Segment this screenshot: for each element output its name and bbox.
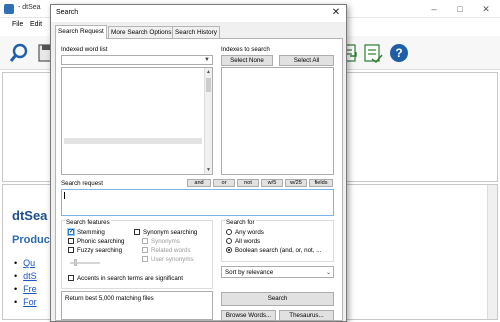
viewer-scrollbar[interactable] [487,185,497,319]
menu-edit[interactable]: Edit [30,21,42,28]
accents-checkbox[interactable] [68,275,74,281]
link-item[interactable]: dtS [14,271,37,281]
synonym-label: Synonym searching [143,229,198,236]
phonic-checkbox[interactable] [68,238,74,244]
app-title: - dtSea [18,4,41,11]
user-synonyms-checkbox[interactable] [142,256,148,262]
help-icon[interactable]: ? [388,42,410,64]
word-list-input[interactable]: ▼ [61,55,213,65]
any-words-label: Any words [235,229,264,236]
scroll-down-icon[interactable]: ▼ [205,166,212,174]
fuzzy-checkbox[interactable] [68,247,74,253]
accents-label: Accents in search terms are significant [77,275,183,282]
synonyms-label: Synonyms [151,238,180,245]
page-heading: dtSea [12,208,48,223]
word-list[interactable]: ▲ ▼ [61,67,213,175]
operator-not-button[interactable]: not [237,179,259,187]
search-for-label: Search for [225,219,256,226]
boolean-search-radio[interactable] [226,247,232,253]
search-features-label: Search features [65,219,111,226]
link-item[interactable]: Fre [14,284,37,294]
close-window-icon[interactable]: ✕ [478,2,494,16]
browse-words-button[interactable]: Browse Words... [221,310,276,321]
result-limit-box[interactable]: Return best 5,000 matching files [61,291,213,320]
operator-w5-button[interactable]: w/5 [261,179,283,187]
synonym-checkbox[interactable] [134,229,140,235]
word-list-scrollbar[interactable]: ▲ ▼ [204,68,212,174]
all-words-label: All words [235,238,261,245]
operator-w25-button[interactable]: w/25 [285,179,307,187]
chevron-down-icon: ⌄ [325,270,331,276]
synonyms-checkbox[interactable] [142,238,148,244]
boolean-search-label: Boolean search (and, or, not, ... [235,247,322,254]
sort-value: Sort by relevance [225,269,274,276]
chevron-down-icon: ▼ [204,57,210,63]
index-update-icon[interactable] [362,42,384,64]
dialog-title: Search [56,9,79,16]
tab-search-request[interactable]: Search Request [55,25,107,39]
related-words-label: Related words [151,247,191,254]
select-none-button[interactable]: Select None [221,55,273,66]
all-words-radio[interactable] [226,238,232,244]
result-limit-text: Return best 5,000 matching files [65,295,154,302]
link-item[interactable]: Qu [14,258,35,268]
stemming-label: Stemming [77,229,105,236]
any-words-radio[interactable] [226,229,232,235]
indexes-list[interactable] [221,67,334,175]
link-item[interactable]: For [14,297,37,307]
operator-and-button[interactable]: and [187,179,211,187]
search-icon[interactable] [8,42,30,64]
indexed-word-list-label: Indexed word list [61,46,108,53]
menu-file[interactable]: File [12,21,23,28]
svg-text:?: ? [395,46,402,60]
scroll-up-icon[interactable]: ▲ [205,68,212,76]
operator-fields-button[interactable]: fields [309,179,333,187]
indexes-label: Indexes to search [221,46,270,53]
fuzziness-slider[interactable] [74,259,77,266]
phonic-label: Phonic searching [77,238,125,245]
search-request-input[interactable] [61,189,334,216]
scroll-thumb[interactable] [206,78,211,92]
maximize-icon[interactable]: □ [452,2,468,16]
thesaurus-button[interactable]: Thesaurus... [279,310,334,321]
search-request-label: Search request [61,180,103,187]
select-all-button[interactable]: Select All [279,55,334,66]
text-caret [64,192,65,199]
search-request-panel: Indexed word list ▼ ▲ ▼ Indexes to searc… [55,38,343,321]
close-icon[interactable]: ✕ [329,6,343,20]
sort-select[interactable]: Sort by relevance ⌄ [221,266,334,278]
dialog-titlebar[interactable]: Search ✕ [51,5,346,22]
stemming-checkbox[interactable] [68,228,74,235]
operator-or-button[interactable]: or [213,179,235,187]
list-selection [64,138,202,144]
search-button[interactable]: Search [221,292,334,306]
user-synonyms-label: User synonyms [151,256,194,263]
fuzzy-label: Fuzzy searching [77,247,123,254]
search-dialog: Search ✕ Search Request More Search Opti… [50,4,347,322]
related-words-checkbox[interactable] [142,247,148,253]
app-logo-icon [4,4,14,14]
minimize-icon[interactable]: – [426,2,442,16]
page-subheading: Produc [12,234,50,246]
